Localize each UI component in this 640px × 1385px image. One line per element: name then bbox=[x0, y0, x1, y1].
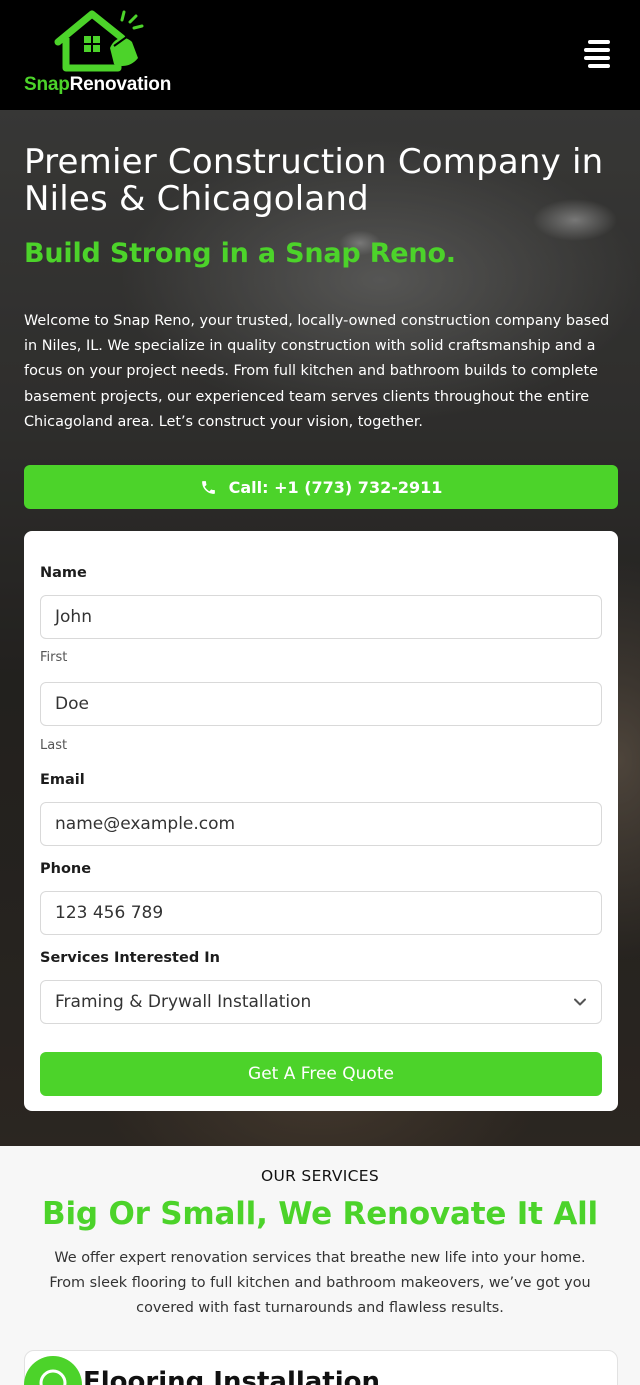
email-input[interactable]: name@example.com bbox=[40, 802, 602, 846]
last-name-sublabel: Last bbox=[40, 738, 68, 753]
services-kicker: OUR SERVICES bbox=[260, 1167, 380, 1185]
services-title: Big Or Small, We Renovate It All bbox=[42, 1196, 598, 1232]
hero-section: Premier Construction Company in Niles & … bbox=[0, 110, 640, 1146]
hero-subtitle: Build Strong in a Snap Reno. bbox=[24, 238, 456, 269]
hero-description: Welcome to Snap Reno, your trusted, loca… bbox=[24, 313, 610, 430]
last-name-input[interactable]: Doe bbox=[40, 682, 602, 726]
services-selected-value: Framing & Drywall Installation bbox=[55, 992, 312, 1012]
chevron-down-icon bbox=[574, 998, 586, 1006]
site-logo[interactable]: SnapRenovation bbox=[24, 8, 174, 100]
logo-wordmark: SnapRenovation bbox=[24, 74, 172, 95]
services-description: We offer expert renovation services that… bbox=[49, 1250, 591, 1316]
hero-title: Premier Construction Company in Niles & … bbox=[24, 142, 604, 219]
site-header: SnapRenovation bbox=[0, 0, 640, 110]
service-card-title: Flooring Installation bbox=[83, 1367, 381, 1385]
get-quote-button[interactable]: Get A Free Quote bbox=[40, 1052, 602, 1096]
first-name-sublabel: First bbox=[40, 650, 68, 665]
phone-label: Phone bbox=[40, 861, 92, 877]
quote-form: Name John First Doe Last Email name@exam… bbox=[24, 531, 618, 1111]
call-button[interactable]: Call: +1 (773) 732-2911 bbox=[24, 465, 618, 509]
whatsapp-icon bbox=[39, 1369, 67, 1385]
email-label: Email bbox=[40, 772, 85, 788]
services-select[interactable]: Framing & Drywall Installation bbox=[40, 980, 602, 1024]
house-hand-icon bbox=[54, 10, 144, 72]
phone-icon bbox=[201, 480, 215, 494]
call-button-label: Call: +1 (773) 732-2911 bbox=[228, 477, 443, 497]
hamburger-menu-icon[interactable] bbox=[584, 38, 612, 68]
first-name-input[interactable]: John bbox=[40, 595, 602, 639]
name-label: Name bbox=[40, 565, 87, 581]
service-card[interactable]: Flooring Installation bbox=[24, 1350, 618, 1385]
services-label: Services Interested In bbox=[40, 950, 220, 966]
services-section: OUR SERVICES Big Or Small, We Renovate I… bbox=[0, 1146, 640, 1385]
phone-input[interactable]: 123 456 789 bbox=[40, 891, 602, 935]
